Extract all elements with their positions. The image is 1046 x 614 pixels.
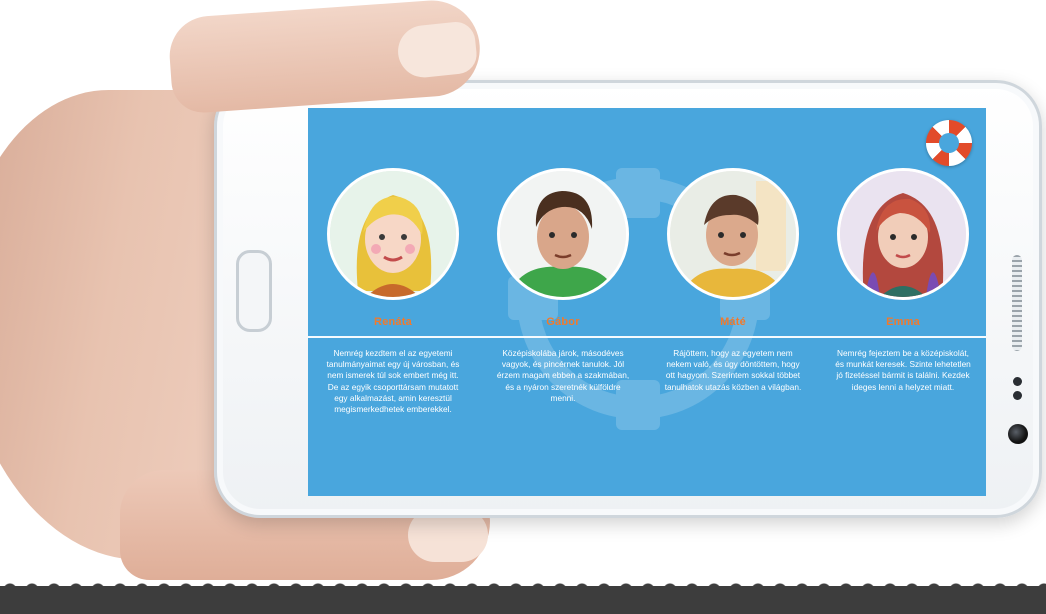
- app-screen: Renáta Nemrég kezdtem el az egyetemi tan…: [308, 108, 986, 496]
- avatar-renata[interactable]: [327, 168, 459, 300]
- character-name: Renáta: [374, 316, 412, 328]
- camera: [1008, 424, 1028, 444]
- character-card-emma[interactable]: Emma Nemrég fejeztem be a középiskolát, …: [828, 168, 978, 393]
- home-button[interactable]: [236, 250, 272, 332]
- character-name: Emma: [886, 316, 920, 328]
- bottom-strip: [0, 580, 1046, 614]
- character-card-renata[interactable]: Renáta Nemrég kezdtem el az egyetemi tan…: [318, 168, 468, 415]
- character-card-mate[interactable]: Máté Rájöttem, hogy az egyetem nem nekem…: [658, 168, 808, 393]
- avatar-emma[interactable]: [837, 168, 969, 300]
- character-description: Középiskolába járok, másodéves vagyok, é…: [496, 348, 630, 403]
- character-name: Gábor: [546, 316, 580, 328]
- character-description: Nemrég fejeztem be a középiskolát, és mu…: [835, 348, 971, 392]
- sensor-dot: [1013, 391, 1022, 400]
- speaker-grille: [1012, 255, 1022, 351]
- character-description: Nemrég kezdtem el az egyetemi tanulmánya…: [326, 348, 460, 415]
- sensor-dot: [1013, 377, 1022, 386]
- avatar-gabor[interactable]: [497, 168, 629, 300]
- character-name: Máté: [720, 316, 746, 328]
- character-description: Rájöttem, hogy az egyetem nem nekem való…: [664, 348, 802, 392]
- character-card-gabor[interactable]: Gábor Középiskolába járok, másodéves vag…: [488, 168, 638, 404]
- help-lifebuoy-button[interactable]: [926, 120, 972, 166]
- avatar-mate[interactable]: [667, 168, 799, 300]
